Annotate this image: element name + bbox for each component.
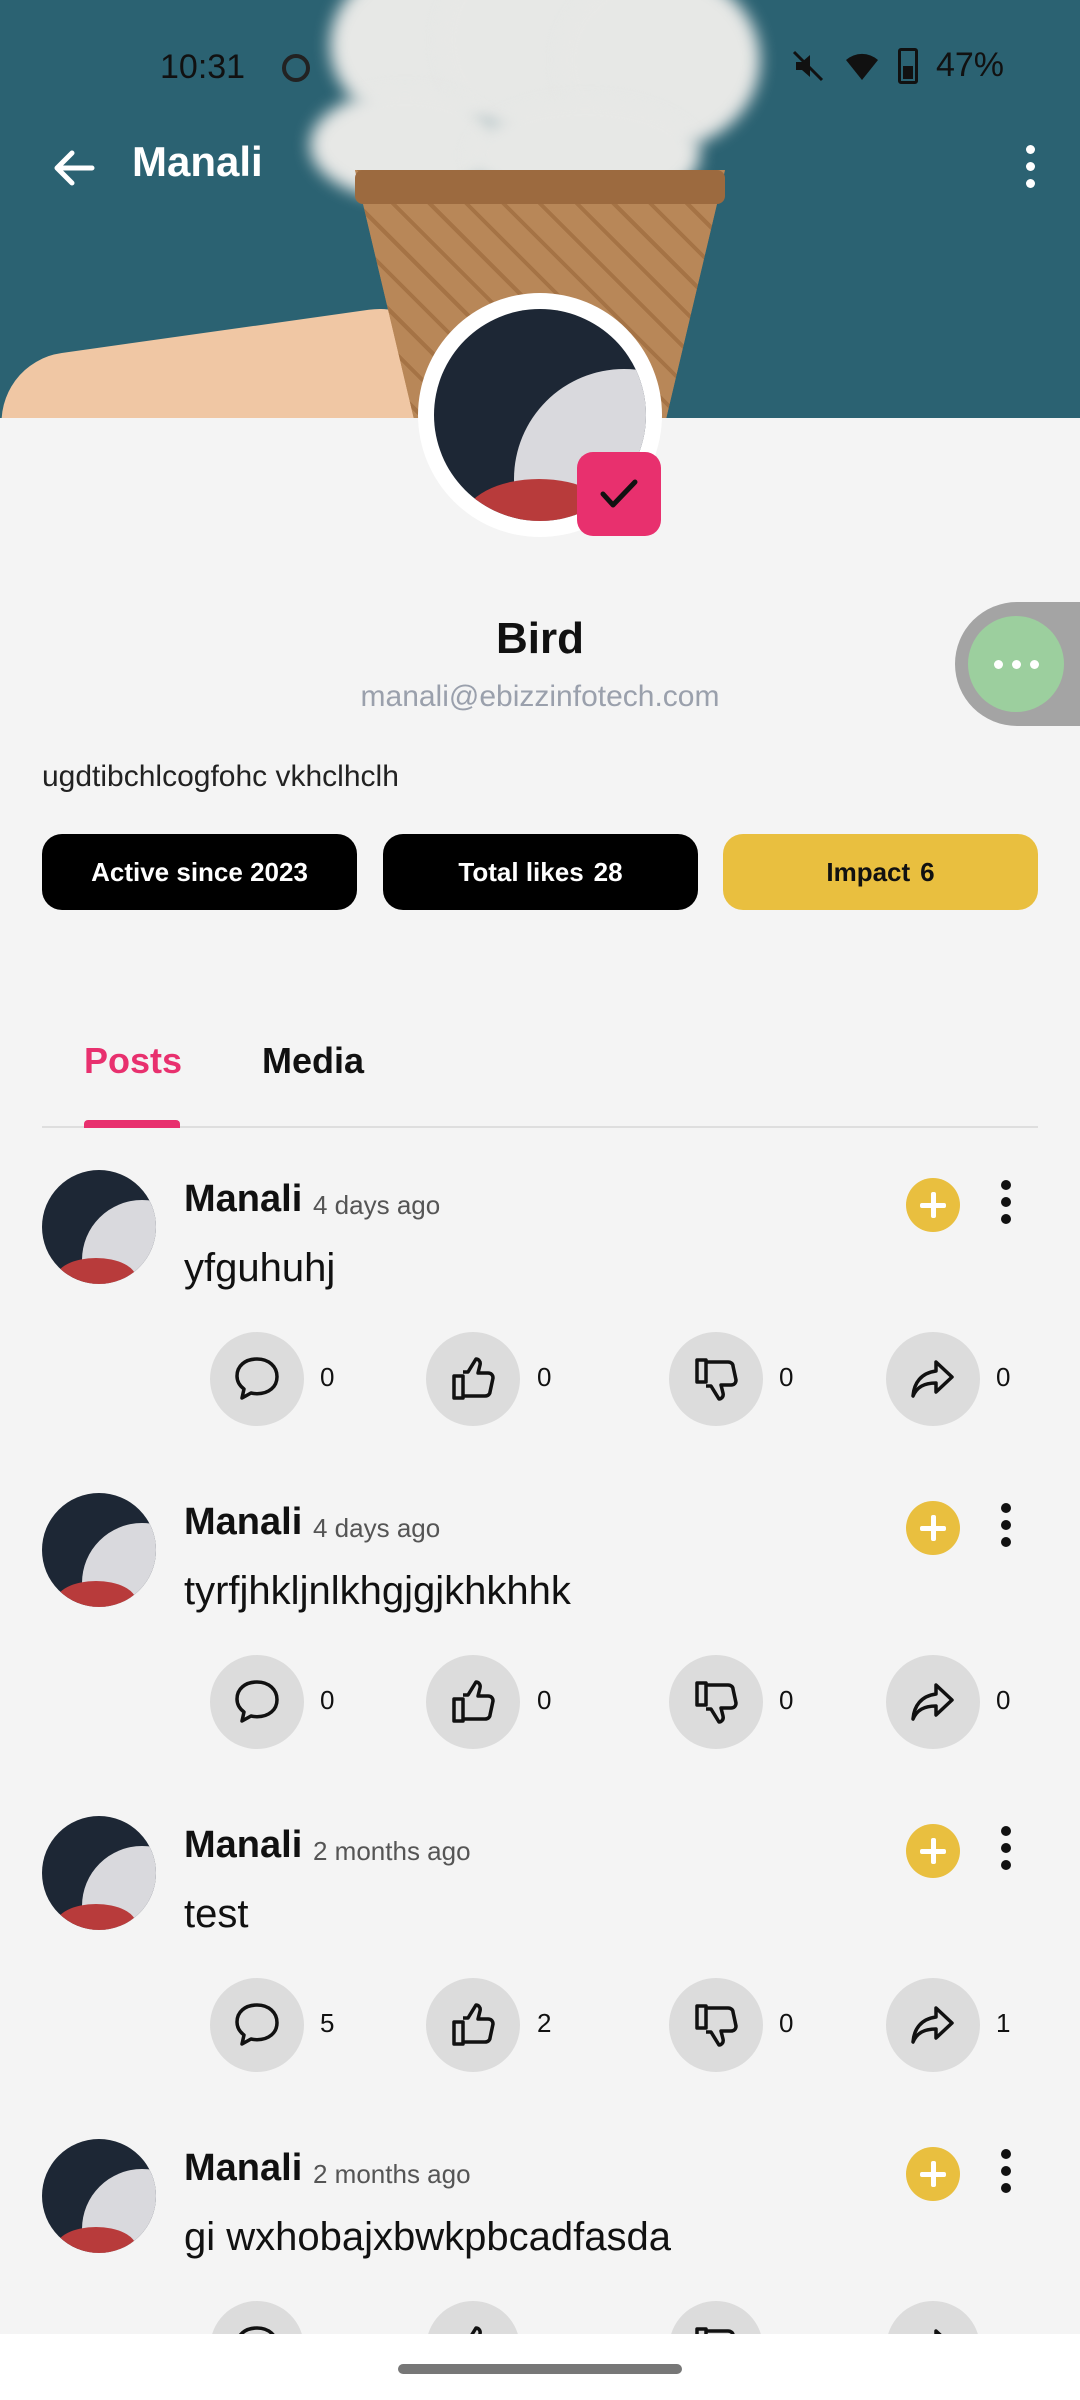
- more-vertical-icon[interactable]: [996, 2147, 1016, 2201]
- impact-chip: Impact 6: [723, 834, 1038, 910]
- total-likes-label: Total likes: [458, 856, 584, 887]
- page-title: Manali: [132, 138, 263, 185]
- post-time: 4 days ago: [313, 1513, 441, 1543]
- arrow-left-icon[interactable]: [50, 144, 98, 192]
- total-likes-chip: Total likes 28: [383, 834, 698, 910]
- like-button[interactable]: [426, 1332, 520, 1426]
- dislike-count: 0: [779, 1685, 794, 1715]
- active-since-chip: Active since 2023: [42, 834, 357, 910]
- status-bar: 10:31 47%: [0, 40, 1080, 96]
- plus-icon[interactable]: [906, 1178, 960, 1232]
- post-time: 2 months ago: [313, 1836, 471, 1866]
- dislike-count: 0: [779, 1362, 794, 1392]
- active-since-label: Active since 2023: [91, 856, 308, 887]
- comment-count: 5: [320, 2008, 335, 2038]
- post-item[interactable]: Manali 4 days ago yfguhuhj 0 0 0 0: [0, 1170, 1080, 1493]
- check-icon: [577, 452, 661, 536]
- tab-media[interactable]: Media: [262, 1040, 364, 1082]
- more-horizontal-button[interactable]: [968, 616, 1064, 712]
- battery-icon: [897, 47, 918, 84]
- share-count: 1: [996, 2008, 1011, 2038]
- post-time: 4 days ago: [313, 1190, 441, 1220]
- post-text: test: [184, 1892, 249, 1936]
- more-vertical-icon[interactable]: [1020, 142, 1040, 190]
- post-author[interactable]: Manali: [184, 2147, 302, 2190]
- impact-value: 6: [920, 856, 935, 887]
- record-icon: [282, 54, 310, 82]
- more-vertical-icon[interactable]: [996, 1501, 1016, 1555]
- post-text: gi wxhobajxbwkpbcadfasda: [184, 2215, 671, 2259]
- comment-count: 0: [320, 1685, 335, 1715]
- app-bar: Manali: [0, 130, 1080, 202]
- like-count: 2: [537, 2008, 552, 2038]
- navigation-bar: [0, 2334, 1080, 2400]
- post-item[interactable]: Manali 4 days ago tyrfjhkljnlkhgjgjkhkhh…: [0, 1493, 1080, 1816]
- share-button[interactable]: [886, 1332, 980, 1426]
- more-vertical-icon[interactable]: [996, 1178, 1016, 1232]
- post-item[interactable]: Manali 2 months ago test 5 2 0 1: [0, 1816, 1080, 2139]
- plus-icon[interactable]: [906, 2147, 960, 2201]
- comment-button[interactable]: [210, 1978, 304, 2072]
- mute-icon: [790, 48, 826, 84]
- comment-count: 0: [320, 1362, 335, 1392]
- post-author[interactable]: Manali: [184, 1501, 302, 1544]
- status-time: 10:31: [160, 48, 246, 86]
- like-count: 0: [537, 1685, 552, 1715]
- like-count: 0: [537, 1362, 552, 1392]
- post-author[interactable]: Manali: [184, 1824, 302, 1867]
- avatar[interactable]: [42, 1493, 156, 1607]
- comment-button[interactable]: [210, 1655, 304, 1749]
- post-text: yfguhuhj: [184, 1246, 336, 1290]
- avatar[interactable]: [42, 1170, 156, 1284]
- post-author[interactable]: Manali: [184, 1178, 302, 1221]
- dislike-button[interactable]: [669, 1655, 763, 1749]
- home-indicator[interactable]: [398, 2364, 682, 2374]
- post-time: 2 months ago: [313, 2159, 471, 2189]
- like-button[interactable]: [426, 1655, 520, 1749]
- dislike-count: 0: [779, 2008, 794, 2038]
- impact-label: Impact: [826, 856, 911, 887]
- profile-tabs: Posts Media: [42, 1010, 1038, 1128]
- share-count: 0: [996, 1362, 1011, 1392]
- share-button[interactable]: [886, 1978, 980, 2072]
- tab-indicator: [84, 1120, 180, 1128]
- plus-icon[interactable]: [906, 1501, 960, 1555]
- dislike-button[interactable]: [669, 1332, 763, 1426]
- dislike-button[interactable]: [669, 1978, 763, 2072]
- battery-percent: 47%: [935, 46, 1004, 84]
- share-button[interactable]: [886, 1655, 980, 1749]
- avatar[interactable]: [42, 1816, 156, 1930]
- avatar[interactable]: [42, 2139, 156, 2253]
- post-text: tyrfjhkljnlkhgjgjkhkhhk: [184, 1569, 571, 1613]
- total-likes-value: 28: [593, 856, 623, 887]
- plus-icon[interactable]: [906, 1824, 960, 1878]
- profile-email: manali@ebizzinfotech.com: [360, 680, 720, 713]
- profile-name: Bird: [496, 614, 584, 663]
- wifi-icon: [844, 48, 880, 84]
- share-count: 0: [996, 1685, 1011, 1715]
- like-button[interactable]: [426, 1978, 520, 2072]
- comment-button[interactable]: [210, 1332, 304, 1426]
- tab-posts[interactable]: Posts: [84, 1040, 182, 1082]
- more-vertical-icon[interactable]: [996, 1824, 1016, 1878]
- profile-bio: ugdtibchlcogfohc vkhclhclh: [42, 760, 399, 793]
